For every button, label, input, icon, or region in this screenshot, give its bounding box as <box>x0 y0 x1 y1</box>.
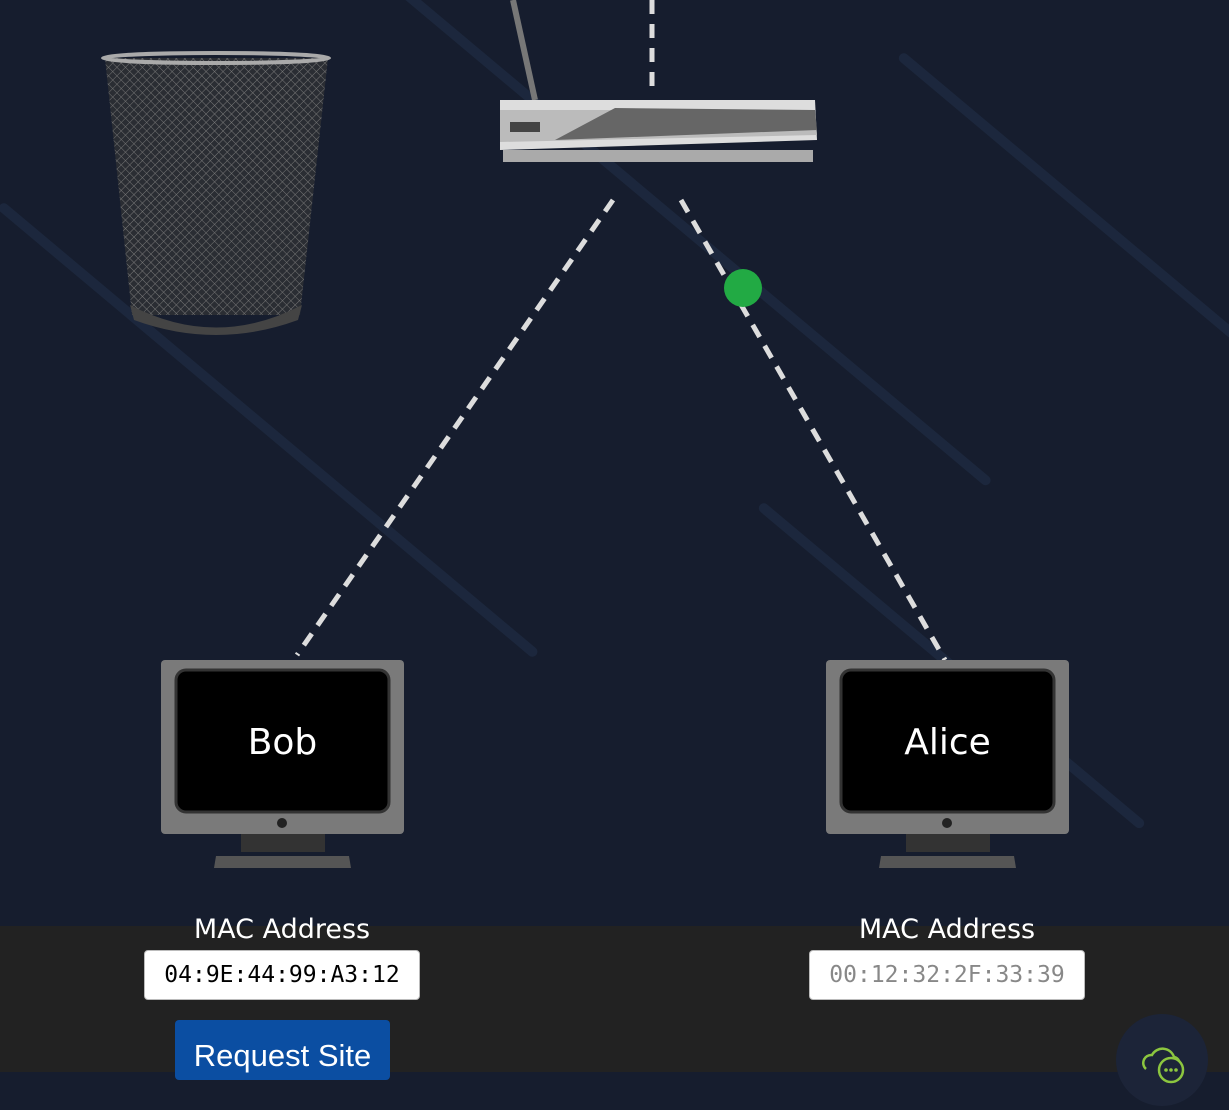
chat-button[interactable] <box>1116 1014 1208 1106</box>
bob-mac-label: MAC Address <box>193 914 371 945</box>
device-name: Bob <box>247 721 318 763</box>
cloud-chat-icon <box>1142 1047 1185 1084</box>
device-name: Alice <box>904 721 991 763</box>
bob-mac-input[interactable] <box>144 950 420 1000</box>
request-site-button[interactable]: Request Site <box>175 1020 390 1080</box>
alice-mac-label: MAC Address <box>858 914 1036 945</box>
bob-computer[interactable]: Bob <box>161 660 404 870</box>
alice-cable <box>678 198 948 662</box>
packet-dot <box>724 269 762 307</box>
router-icon[interactable] <box>495 0 820 165</box>
alice-mac-input[interactable] <box>809 950 1085 1000</box>
network-canvas: Bob Alice <box>0 0 1229 926</box>
alice-computer[interactable]: Alice <box>826 660 1069 870</box>
trash-can-icon[interactable] <box>100 50 335 340</box>
bob-cable <box>294 198 616 657</box>
